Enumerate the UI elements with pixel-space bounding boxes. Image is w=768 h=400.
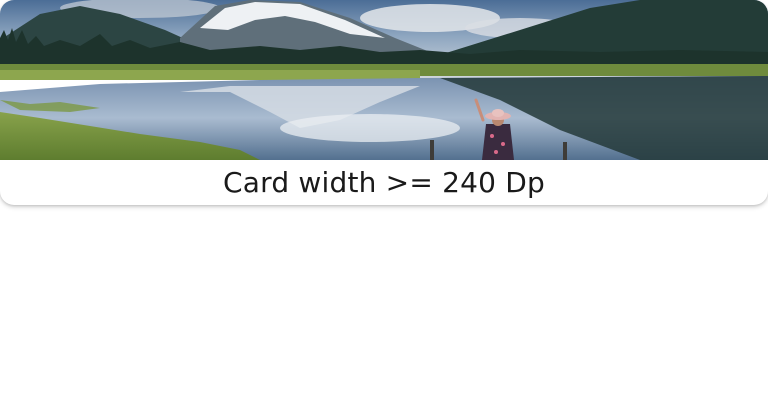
card-caption: Card width >= 240 Dp xyxy=(223,166,545,199)
screen: Card width >= 240 Dp xyxy=(0,0,768,400)
card[interactable]: Card width >= 240 Dp xyxy=(0,0,768,205)
card-image xyxy=(0,0,768,160)
dock-post xyxy=(430,140,434,160)
far-meadow xyxy=(0,70,420,80)
reflection-cloud xyxy=(280,114,460,142)
dock-post xyxy=(563,142,567,160)
